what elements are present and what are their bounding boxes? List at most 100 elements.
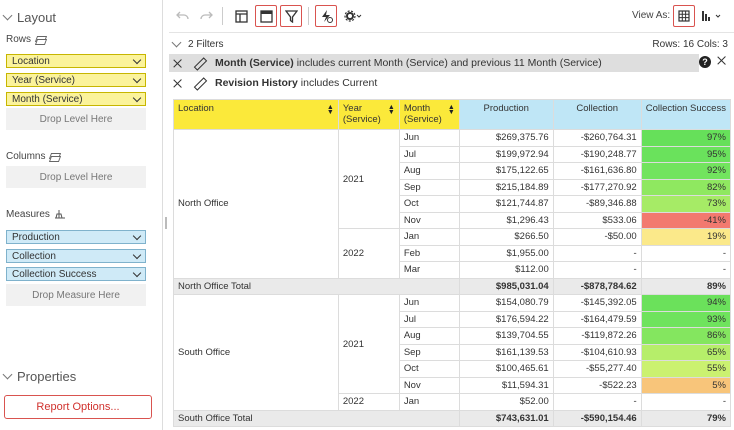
pencil-icon[interactable] [194, 78, 205, 89]
success-cell: 93% [640, 310, 731, 328]
measure-field-collection-success[interactable]: Collection Success [6, 267, 146, 281]
splitter-grip-icon[interactable] [165, 217, 167, 229]
header-month[interactable]: ▲ ▼ Month (Service) [398, 99, 460, 130]
close-icon[interactable] [717, 56, 726, 65]
success-cell: - [640, 261, 731, 279]
pencil-icon[interactable] [194, 58, 205, 69]
redo-icon [200, 11, 213, 20]
success-cell: 65% [640, 343, 731, 361]
success-cell: 82% [640, 178, 731, 196]
row-field-location[interactable]: Location [6, 54, 146, 68]
sort-icon[interactable]: ▲ ▼ [388, 104, 395, 116]
production-cell: $269,375.76 [458, 129, 554, 147]
header-year[interactable]: ▲ ▼ Year (Service) [337, 99, 400, 130]
toolbar-divider [222, 7, 223, 25]
success-cell: 95% [640, 145, 731, 163]
rows-drop-zone[interactable]: Drop Level Here [6, 108, 146, 130]
success-cell: 92% [640, 162, 731, 180]
layers-icon [49, 153, 59, 161]
chart-view-button[interactable] [699, 5, 727, 27]
location-cell: South Office [173, 294, 339, 411]
collection-cell: -$55,277.40 [552, 360, 642, 378]
production-cell: $121,744.87 [458, 195, 554, 213]
chevron-down-icon[interactable] [132, 93, 142, 102]
properties-section-header[interactable]: Properties [0, 369, 80, 384]
production-cell: $154,080.79 [458, 294, 554, 312]
rows-cols-count: Rows: 16 Cols: 3 [652, 38, 728, 50]
collection-total: -$878,784.62 [552, 277, 642, 295]
rows-label: Rows [0, 34, 45, 45]
production-cell: $139,704.55 [458, 327, 554, 345]
production-cell: $100,465.61 [458, 360, 554, 378]
chevron-down-icon[interactable] [171, 37, 182, 47]
year-cell: 2022 [337, 228, 400, 279]
pivot-grid: Location ▲ ▼ ▲ ▼ Year (Service) ▲ ▼ Month (Ser… [173, 99, 731, 430]
columns-drop-zone[interactable]: Drop Level Here [6, 166, 146, 188]
close-icon[interactable] [173, 59, 182, 68]
collection-cell: -$164,479.59 [552, 310, 642, 328]
sort-icon[interactable]: ▲ ▼ [448, 104, 455, 116]
layout-toggle-button[interactable] [230, 5, 252, 27]
row-field-month[interactable]: Month (Service) [6, 92, 146, 106]
total-row: North Office Total $985,031.04 -$878,784… [173, 277, 731, 295]
header-collection[interactable]: Collection [552, 99, 642, 130]
header-collection-success[interactable]: Collection Success [640, 99, 731, 130]
production-cell: $161,139.53 [458, 343, 554, 361]
chevron-down-icon[interactable] [132, 268, 142, 277]
panel-splitter[interactable] [162, 0, 163, 430]
month-cell: Nov [398, 211, 460, 229]
toolbar: View As: [169, 0, 734, 33]
success-total: 79% [640, 409, 731, 427]
chevron-down-icon[interactable] [132, 231, 142, 240]
header-location[interactable]: Location ▲ ▼ [173, 99, 339, 130]
month-cell: Sep [398, 343, 460, 361]
production-total: $743,631.01 [458, 409, 554, 427]
measure-field-production[interactable]: Production [6, 230, 146, 244]
collection-cell: -$522.23 [552, 376, 642, 394]
month-cell: Jul [398, 145, 460, 163]
redo-button[interactable] [195, 5, 217, 27]
bolt-icon [322, 10, 333, 23]
filter-icon [284, 9, 298, 23]
filter-button[interactable] [280, 5, 302, 27]
filter-count: 2 Filters [188, 38, 224, 50]
bar-chart-icon [702, 11, 721, 21]
collection-cell: -$50.00 [552, 228, 642, 246]
collection-cell: -$145,392.05 [552, 294, 642, 312]
sort-icon[interactable]: ▲ ▼ [327, 104, 334, 116]
grid-view-button[interactable] [673, 5, 695, 27]
undo-icon [176, 11, 189, 20]
total-label: South Office Total [173, 409, 460, 427]
header-production[interactable]: Production [458, 99, 554, 130]
settings-button[interactable] [341, 5, 367, 27]
total-label: North Office Total [173, 277, 460, 295]
collection-cell: $533.06 [552, 211, 642, 229]
collection-cell: - [552, 261, 642, 279]
measure-field-collection[interactable]: Collection [6, 249, 146, 263]
help-icon[interactable]: ? [699, 56, 711, 68]
close-icon[interactable] [173, 79, 182, 88]
success-cell: 94% [640, 294, 731, 312]
report-options-button[interactable]: Report Options... [4, 395, 152, 419]
month-cell: Jun [398, 294, 460, 312]
month-cell: Jul [398, 310, 460, 328]
table-toggle-button[interactable] [255, 5, 277, 27]
production-cell: $1,955.00 [458, 244, 554, 262]
year-cell: 2022 [337, 393, 400, 411]
gear-icon [344, 10, 362, 22]
month-cell: Aug [398, 327, 460, 345]
chevron-down-icon[interactable] [132, 74, 142, 83]
measures-drop-zone[interactable]: Drop Measure Here [6, 284, 146, 306]
conditional-format-button[interactable] [315, 5, 337, 27]
chevron-down-icon[interactable] [132, 250, 142, 259]
filter-revision[interactable]: Revision History includes Current [169, 74, 699, 92]
layout-section-header[interactable]: Layout [0, 10, 60, 25]
pivot-table: Location ▲ ▼ ▲ ▼ Year (Service) ▲ ▼ Month (Ser… [173, 99, 731, 427]
collection-cell: -$119,872.26 [552, 327, 642, 345]
success-cell: 5% [640, 376, 731, 394]
row-field-year[interactable]: Year (Service) [6, 73, 146, 87]
undo-button[interactable] [172, 5, 194, 27]
filter-month[interactable]: Month (Service) includes current Month (… [169, 54, 699, 72]
chevron-down-icon[interactable] [132, 55, 142, 64]
success-total: 89% [640, 277, 731, 295]
